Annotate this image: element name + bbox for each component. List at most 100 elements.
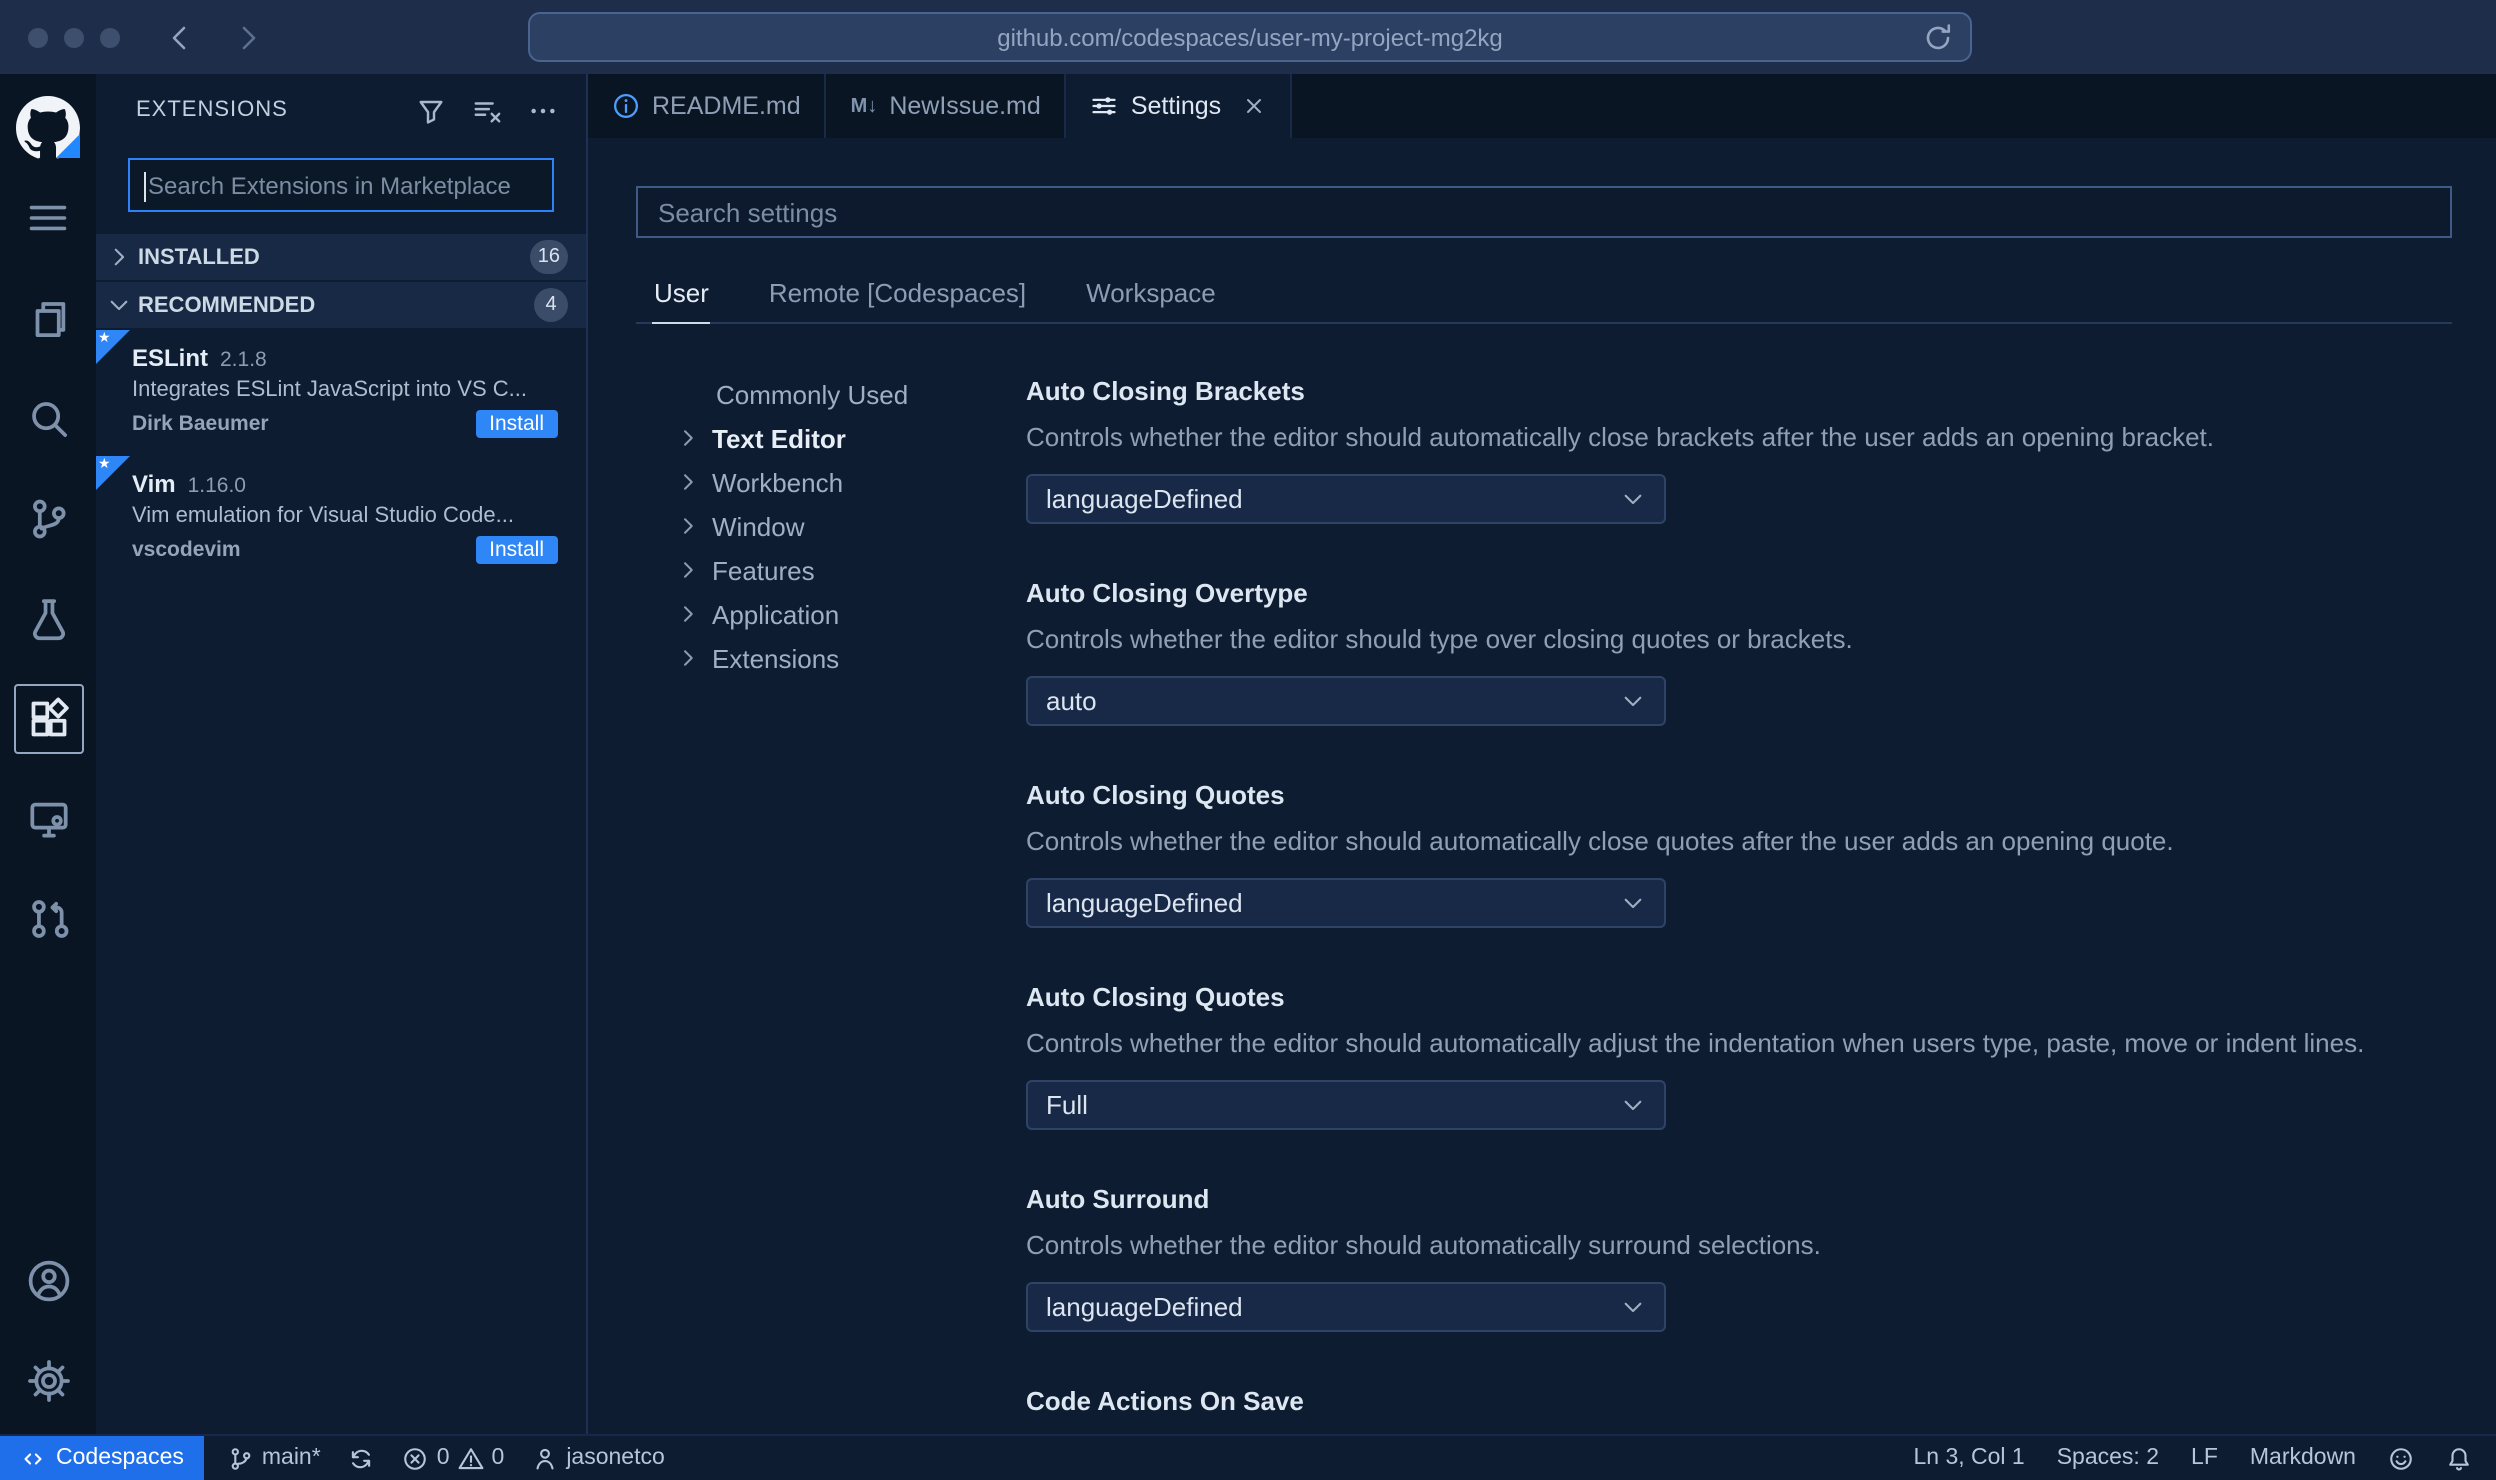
install-button[interactable]: Install xyxy=(475,536,558,564)
cursor-position[interactable]: Ln 3, Col 1 xyxy=(1913,1446,2024,1470)
section-recommended[interactable]: RECOMMENDED 4 xyxy=(96,282,586,328)
extension-name: ESLint xyxy=(132,344,208,372)
toc-commonly-used[interactable]: Commonly Used xyxy=(636,372,1026,416)
text-cursor xyxy=(144,172,146,202)
toc-window[interactable]: Window xyxy=(636,504,1026,548)
account-button[interactable] xyxy=(0,1230,96,1330)
minimize-window-button[interactable] xyxy=(64,27,84,47)
dropdown-value: auto xyxy=(1046,686,1097,716)
explorer-button[interactable] xyxy=(0,268,96,368)
chevron-down-icon xyxy=(1620,688,1646,714)
feedback-button[interactable] xyxy=(2388,1445,2414,1471)
warning-count: 0 xyxy=(491,1446,505,1470)
tab-settings[interactable]: Settings xyxy=(1066,74,1292,138)
recommended-count-badge: 4 xyxy=(534,288,568,322)
extension-version: 1.16.0 xyxy=(187,474,246,498)
pull-requests-button[interactable] xyxy=(0,868,96,968)
filter-icon[interactable] xyxy=(416,95,446,125)
more-actions-icon[interactable] xyxy=(528,95,558,125)
refresh-icon[interactable] xyxy=(1922,22,1954,54)
extensions-search-input[interactable] xyxy=(130,171,552,199)
info-icon xyxy=(612,92,640,120)
setting-dropdown[interactable]: languageDefined xyxy=(1026,1282,1666,1332)
active-view-focus-box xyxy=(13,683,83,753)
extensions-sidebar: EXTENSIONS INSTALLED 16 RECOMMENDED 4 xyxy=(96,74,588,1434)
search-button[interactable] xyxy=(0,368,96,468)
close-icon[interactable] xyxy=(1241,94,1265,118)
setting-auto-closing-overtype: Auto Closing Overtype Controls whether t… xyxy=(1026,578,2452,726)
toc-workbench[interactable]: Workbench xyxy=(636,460,1026,504)
settings-sliders-icon xyxy=(1091,92,1119,120)
section-installed[interactable]: INSTALLED 16 xyxy=(96,234,586,280)
setting-dropdown[interactable]: Full xyxy=(1026,1080,1666,1130)
forward-icon[interactable] xyxy=(232,21,264,53)
maximize-window-button[interactable] xyxy=(100,27,120,47)
files-icon xyxy=(25,295,71,341)
setting-auto-surround: Auto Surround Controls whether the edito… xyxy=(1026,1184,2452,1332)
setting-dropdown[interactable]: languageDefined xyxy=(1026,878,1666,928)
settings-search-input[interactable] xyxy=(638,197,2450,227)
eol-indicator[interactable]: LF xyxy=(2191,1446,2218,1470)
source-control-button[interactable] xyxy=(0,468,96,568)
chevron-down-icon xyxy=(1620,890,1646,916)
branch-indicator[interactable]: main* xyxy=(228,1445,321,1471)
remote-explorer-button[interactable] xyxy=(0,768,96,868)
setting-auto-closing-brackets: Auto Closing Brackets Controls whether t… xyxy=(1026,376,2452,524)
extensions-search-box xyxy=(128,158,554,212)
toc-text-editor[interactable]: Text Editor xyxy=(636,416,1026,460)
toc-application[interactable]: Application xyxy=(636,592,1026,636)
manage-button[interactable] xyxy=(0,1330,96,1430)
scope-tab-user[interactable]: User xyxy=(652,268,711,324)
sync-indicator[interactable] xyxy=(349,1445,375,1471)
beaker-icon xyxy=(25,595,71,641)
setting-dropdown[interactable]: languageDefined xyxy=(1026,474,1666,524)
github-codespaces-logo[interactable] xyxy=(16,96,80,160)
back-icon[interactable] xyxy=(164,21,196,53)
scope-tab-workspace[interactable]: Workspace xyxy=(1084,268,1218,322)
setting-description: Controls whether the editor should autom… xyxy=(1026,1230,1821,1260)
dropdown-value: languageDefined xyxy=(1046,888,1243,918)
notifications-button[interactable] xyxy=(2446,1445,2472,1471)
recommended-star-icon xyxy=(96,456,130,490)
problems-indicator[interactable]: 0 0 xyxy=(403,1445,505,1471)
user-indicator[interactable]: jasonetco xyxy=(532,1445,665,1471)
setting-dropdown[interactable]: auto xyxy=(1026,676,1666,726)
codespaces-remote-indicator[interactable]: Codespaces xyxy=(0,1436,204,1480)
language-mode[interactable]: Markdown xyxy=(2250,1446,2356,1470)
section-label: RECOMMENDED xyxy=(138,293,316,317)
activity-bar xyxy=(0,74,96,1434)
close-window-button[interactable] xyxy=(28,27,48,47)
address-bar[interactable]: github.com/codespaces/user-my-project-mg… xyxy=(528,12,1972,62)
setting-title: Code Actions On Save xyxy=(1026,1386,1304,1416)
person-icon xyxy=(532,1445,558,1471)
extension-item-vim[interactable]: Vim 1.16.0 Vim emulation for Visual Stud… xyxy=(96,456,586,582)
recommended-star-icon xyxy=(96,330,130,364)
chevron-right-icon xyxy=(676,558,700,582)
scope-tab-remote[interactable]: Remote [Codespaces] xyxy=(767,268,1028,322)
toc-features[interactable]: Features xyxy=(636,548,1026,592)
clear-search-results-icon[interactable] xyxy=(472,95,502,125)
extensions-button[interactable] xyxy=(0,668,96,768)
remote-label: Codespaces xyxy=(56,1446,184,1470)
test-explorer-button[interactable] xyxy=(0,568,96,668)
error-count: 0 xyxy=(436,1446,450,1470)
settings-list: Auto Closing Brackets Controls whether t… xyxy=(1026,360,2452,1434)
tab-newissue[interactable]: M↓ NewIssue.md xyxy=(826,74,1067,138)
tab-label: NewIssue.md xyxy=(889,92,1041,120)
tab-readme[interactable]: README.md xyxy=(588,74,827,138)
setting-description: Controls whether the editor should autom… xyxy=(1026,422,2215,452)
indentation[interactable]: Spaces: 2 xyxy=(2057,1446,2159,1470)
install-button[interactable]: Install xyxy=(475,410,558,438)
chevron-right-icon xyxy=(676,646,700,670)
dropdown-value: Full xyxy=(1046,1090,1088,1120)
extension-description: Vim emulation for Visual Studio Code... xyxy=(132,504,514,528)
extension-item-eslint[interactable]: ESLint 2.1.8 Integrates ESLint JavaScrip… xyxy=(96,330,586,456)
chevron-right-icon xyxy=(676,470,700,494)
window-controls[interactable] xyxy=(28,27,120,47)
setting-code-actions-on-save: Code Actions On Save xyxy=(1026,1386,2452,1416)
error-icon xyxy=(403,1445,429,1471)
menu-button[interactable] xyxy=(0,168,96,268)
sync-icon xyxy=(349,1445,375,1471)
toc-extensions[interactable]: Extensions xyxy=(636,636,1026,680)
codespaces-window: github.com/codespaces/user-my-project-mg… xyxy=(0,0,2496,1480)
